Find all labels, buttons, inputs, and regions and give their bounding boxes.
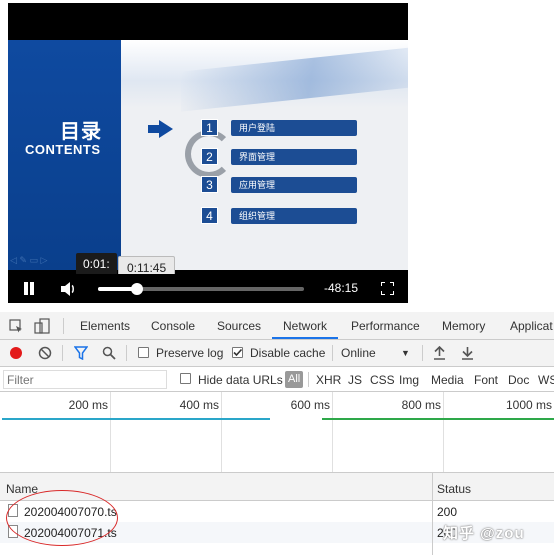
slide-subtitle: CONTENTS	[25, 142, 101, 157]
toolbar-divider	[332, 345, 333, 361]
hide-data-urls-label: Hide data URLs	[198, 373, 283, 387]
volume-icon[interactable]	[60, 281, 78, 297]
filter-js[interactable]: JS	[348, 373, 362, 387]
timeline-gridline	[443, 392, 444, 472]
slide-item-label: 应用管理	[231, 177, 357, 193]
timeline-gridline	[221, 392, 222, 472]
export-har-icon[interactable]	[461, 346, 474, 360]
slide-item-number: 1	[201, 119, 218, 136]
slide-item-label: 组织管理	[231, 208, 357, 224]
screenshot-root: 目录 CONTENTS 1 用户登陆 2 界面管理 3 应用管理 4 组织管理 …	[0, 0, 554, 555]
preserve-log-label: Preserve log	[156, 346, 224, 360]
clear-icon[interactable]	[38, 346, 52, 360]
filter-img[interactable]: Img	[399, 373, 419, 387]
inspect-element-icon[interactable]	[9, 319, 24, 334]
video-player[interactable]: 目录 CONTENTS 1 用户登陆 2 界面管理 3 应用管理 4 组织管理 …	[8, 3, 408, 303]
toolbar-divider	[422, 345, 423, 361]
preserve-log-checkbox[interactable]	[138, 347, 149, 358]
video-frame: 目录 CONTENTS 1 用户登陆 2 界面管理 3 应用管理 4 组织管理 …	[8, 40, 408, 270]
import-har-icon[interactable]	[433, 346, 446, 360]
current-time-tooltip: 0:01:	[76, 253, 117, 275]
slide-item-number: 3	[201, 176, 218, 193]
slide-arrow-head-icon	[159, 120, 173, 138]
filter-media[interactable]: Media	[431, 373, 464, 387]
slide-item-number: 2	[201, 148, 218, 165]
network-toolbar: Preserve log Disable cache Online ▼	[0, 340, 554, 367]
tab-memory[interactable]: Memory	[442, 319, 485, 333]
timeline-gridline	[332, 392, 333, 472]
video-controls: -48:15	[8, 274, 408, 303]
disable-cache-checkbox[interactable]	[232, 347, 243, 358]
tab-application[interactable]: Applicat	[510, 319, 553, 333]
hide-data-urls-checkbox[interactable]	[180, 373, 191, 384]
devtools-tabbar: Elements Console Sources Network Perform…	[0, 312, 554, 340]
column-status-header[interactable]: Status	[437, 482, 471, 496]
pause-icon[interactable]	[23, 282, 35, 296]
disable-cache-label: Disable cache	[250, 346, 326, 360]
slide-item-label: 界面管理	[231, 149, 357, 165]
column-divider[interactable]	[432, 473, 433, 555]
timeline-gridline	[110, 392, 111, 472]
red-annotation-ellipse	[6, 490, 118, 546]
checkmark-icon	[233, 348, 243, 357]
chevron-down-icon[interactable]: ▼	[401, 348, 410, 358]
seek-bar[interactable]	[98, 283, 304, 295]
toolbar-divider	[62, 345, 63, 361]
watermark: 知乎 @zou	[443, 525, 525, 542]
timeline-tick-label: 600 ms	[290, 398, 330, 412]
tab-sources[interactable]: Sources	[217, 319, 261, 333]
remaining-time: -48:15	[324, 281, 359, 295]
filter-font[interactable]: Font	[474, 373, 498, 387]
device-toolbar-icon[interactable]	[34, 318, 50, 334]
timeline-tick-label: 400 ms	[179, 398, 219, 412]
timeline-tick-label: 1000 ms	[505, 398, 552, 412]
tab-network[interactable]: Network	[283, 319, 327, 333]
record-icon[interactable]	[10, 347, 22, 359]
filter-ws[interactable]: WS	[538, 373, 554, 387]
filter-css[interactable]: CSS	[370, 373, 395, 387]
network-overview-timeline[interactable]: 200 ms 400 ms 600 ms 800 ms 1000 ms	[0, 392, 554, 473]
search-icon[interactable]	[102, 346, 116, 360]
tab-divider	[63, 318, 64, 334]
tab-elements[interactable]: Elements	[80, 319, 130, 333]
timeline-request-bar	[2, 418, 270, 420]
toolbar-divider	[126, 345, 127, 361]
filter-all-button[interactable]: All	[285, 371, 304, 388]
throttling-select[interactable]: Online	[341, 346, 376, 360]
timeline-request-bar	[322, 418, 554, 420]
slide-tool-icons: ◁ ✎ ▭ ▷	[10, 255, 48, 265]
slide-item-label: 用户登陆	[231, 120, 357, 136]
tab-performance[interactable]: Performance	[351, 319, 420, 333]
slide-title: 目录	[60, 121, 102, 143]
filter-doc[interactable]: Doc	[508, 373, 529, 387]
filter-icon[interactable]	[74, 346, 88, 360]
fullscreen-icon[interactable]	[381, 282, 394, 295]
tab-console[interactable]: Console	[151, 319, 195, 333]
active-tab-indicator	[272, 337, 338, 339]
filter-divider	[308, 372, 309, 387]
slide-header-graphic	[121, 40, 408, 108]
filter-input[interactable]	[3, 370, 167, 389]
request-status: 200	[437, 505, 458, 519]
seek-bar-handle[interactable]	[131, 283, 144, 295]
filter-bar: Hide data URLs All XHR JS CSS Img Media …	[0, 367, 554, 392]
slide-item-number: 4	[201, 207, 218, 224]
filter-xhr[interactable]: XHR	[316, 373, 341, 387]
timeline-tick-label: 200 ms	[68, 398, 108, 412]
timeline-tick-label: 800 ms	[401, 398, 441, 412]
